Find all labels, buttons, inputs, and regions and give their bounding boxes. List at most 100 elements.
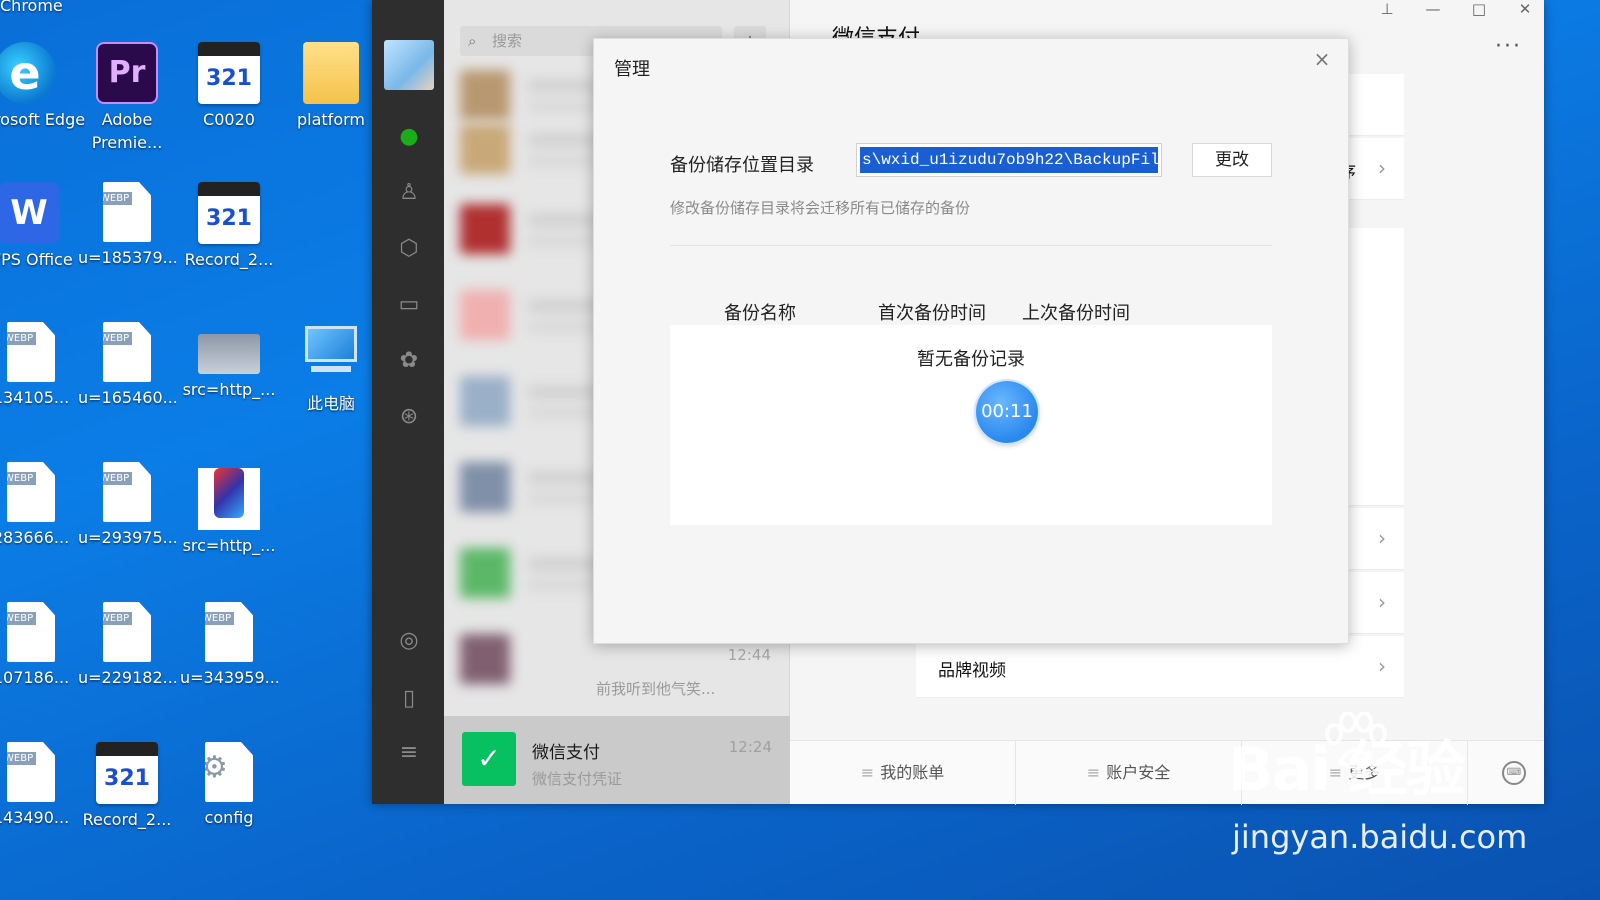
backup-dir-input[interactable]: s\wxid_u1izudu7ob9h22\BackupFiles\ [856,143,1162,177]
desktop-icon-label: Record_2... [184,250,274,269]
desktop-icon-label: src=http_... [182,380,276,399]
chat-preview: 前我听到他气笑... [596,680,716,698]
desktop-icon-label: 134105... [0,388,70,407]
desktop-icon-label: Record_2... [82,810,172,829]
desktop-icon-label: 此电脑 [306,394,355,413]
webp-file-icon: WEBP [103,182,151,242]
wechat-sidebar: ● ♙ ⬡ ▭ ✿ ⊛ ◎ ▯ ≡ [372,0,444,804]
mini-program-icon[interactable]: ◎ [394,626,424,656]
video-clapper-icon: 321 [96,742,158,804]
chat-item-wechat-pay[interactable]: ✓ 微信支付 12:24 微信支付凭证 [444,716,790,804]
menu-icon: ≡ [860,763,875,782]
desktop-icon-record[interactable]: 321 Record_2... [180,182,278,271]
desktop-icon-webp[interactable]: WEBP 283666... [0,462,80,549]
chat-time: 12:44 [727,646,771,664]
desktop-icon-label: u=343959... [180,668,278,687]
folder-icon[interactable]: ▭ [394,290,424,320]
menu-row-label: 品牌视频 [938,661,1006,681]
change-dir-button[interactable]: 更改 [1192,143,1272,177]
desktop-icon-webp[interactable]: WEBP 107186... [0,602,80,689]
desktop-icon-label: Adobe Premie... [91,110,163,152]
desktop-icon-label: C0020 [203,110,255,129]
webp-file-icon: WEBP [103,602,151,662]
chrome-icon-label[interactable]: Chrome [0,0,63,15]
desktop-icon-c0020[interactable]: 321 C0020 [180,42,278,131]
search-placeholder: 搜索 [492,32,523,50]
phone-icon[interactable]: ▯ [394,684,424,714]
webp-file-icon: WEBP [7,742,55,802]
close-icon[interactable]: × [1308,45,1336,73]
divider [670,245,1272,246]
search-icon: ⌕ [468,32,477,50]
recording-timer: 00:11 [976,381,1038,443]
menu-icon: ≡ [1086,763,1101,782]
desktop-icon-label: 143490... [0,808,70,827]
desktop-icon-webp[interactable]: WEBP 143490... [0,742,80,829]
chat-subtitle: 微信支付凭证 [532,770,623,788]
desktop-icon-src-phone[interactable]: src=http_... [180,462,278,557]
desktop-icon-config[interactable]: ⚙ config [180,742,278,829]
video-clapper-icon: 321 [198,42,260,104]
wechat-pay-icon: ✓ [462,732,516,786]
desktop-icon-label: platform [297,110,365,129]
avatar[interactable] [384,40,434,90]
pin-icon[interactable]: ⊥ [1372,0,1402,18]
premiere-icon: Pr [96,42,158,104]
desktop-icon-label: WPS Office [0,250,73,269]
desktop-icon-label: u=293975... [78,528,176,547]
keyboard-icon[interactable]: ⌨ [1502,761,1526,785]
desktop-icon-platform[interactable]: platform [282,42,380,131]
chevron-right-icon: › [1378,590,1386,614]
image-thumbnail-icon [198,468,260,530]
backup-list: 暂无备份记录 00:11 [670,325,1272,525]
desktop-icon-label: u=185379... [78,248,176,267]
desktop-icon-label: u=229182... [78,668,176,687]
desktop-icon-this-pc[interactable]: 此电脑 [282,322,380,415]
desktop-icon-edge[interactable]: e Microsoft Edge [0,42,85,131]
my-bills-button[interactable]: ≡ 我的账单 [790,741,1016,805]
image-thumbnail-icon [198,334,260,374]
desktop-icon-label: src=http_... [182,536,276,555]
backup-dir-hint: 修改备份储存目录将会迁移所有已储存的备份 [670,199,971,217]
computer-icon [302,326,360,388]
backup-dir-value: s\wxid_u1izudu7ob9h22\BackupFiles\ [860,147,1158,173]
desktop-icon-webp[interactable]: WEBP u=229182... [78,602,176,689]
watermark-logo: Bai 经验 [1228,735,1466,805]
favorites-cube-icon[interactable]: ⬡ [394,234,424,264]
desktop-icon-webp[interactable]: WEBP u=165460... [78,322,176,409]
manage-dialog: 管理 × 备份储存位置目录 s\wxid_u1izudu7ob9h22\Back… [593,38,1349,644]
chevron-right-icon: › [1378,156,1386,180]
desktop-icon-webp[interactable]: WEBP u=293975... [78,462,176,549]
contacts-icon[interactable]: ♙ [394,178,424,208]
menu-row-brand-video[interactable]: 品牌视频 › [916,636,1404,698]
desktop-icon-label: u=165460... [78,388,176,407]
desktop-icon-webp[interactable]: WEBP u=185379... [78,182,176,269]
desktop-icon-src[interactable]: src=http_... [180,322,278,401]
video-clapper-icon: 321 [198,182,260,244]
desktop-icon-label: config [204,808,254,827]
account-security-button[interactable]: ≡ 账户安全 [1016,741,1242,805]
close-window-icon[interactable]: ✕ [1510,0,1540,18]
desktop-icon-record[interactable]: 321 Record_2... [78,742,176,831]
desktop-icon-webp[interactable]: WEBP 134105... [0,322,80,409]
more-options-icon[interactable]: ··· [1495,34,1522,59]
minimize-icon[interactable]: — [1418,0,1448,18]
desktop-icon-webp[interactable]: WEBP u=343959... [180,602,278,689]
moments-icon[interactable]: ✿ [394,346,424,376]
wps-icon: W [0,182,60,244]
maximize-icon[interactable]: □ [1464,0,1494,18]
column-header-name: 备份名称 [724,303,796,324]
desktop-icon-premiere[interactable]: Pr Adobe Premie... [78,42,176,154]
column-header-first-backup: 首次备份时间 [878,303,986,324]
empty-state-text: 暂无备份记录 [917,349,1025,370]
desktop-icon-label: 283666... [0,528,70,547]
column-header-last-backup: 上次备份时间 [1022,303,1130,324]
webp-file-icon: WEBP [7,322,55,382]
chevron-right-icon: › [1378,526,1386,550]
watermark-url: jingyan.baidu.com [1232,818,1528,856]
menu-icon[interactable]: ≡ [394,738,424,768]
edge-icon: e [0,42,56,104]
desktop-icon-wps[interactable]: W WPS Office [0,182,78,271]
chat-icon[interactable]: ● [394,122,424,152]
channels-icon[interactable]: ⊛ [394,402,424,432]
